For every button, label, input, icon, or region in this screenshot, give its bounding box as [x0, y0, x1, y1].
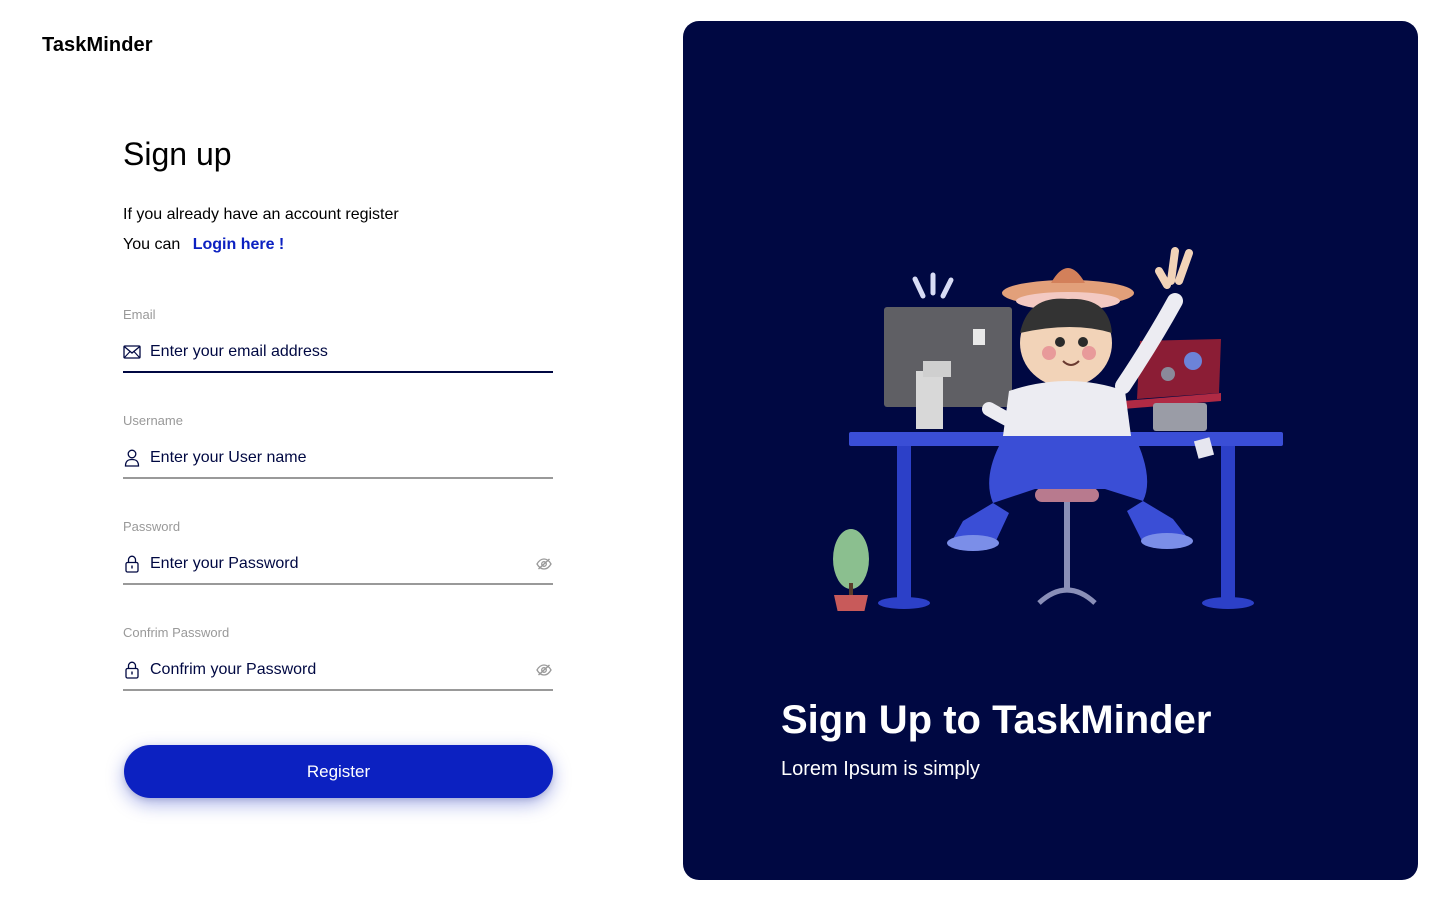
email-label: Email [123, 307, 156, 322]
signup-page: TaskMinder Sign up If you already have a… [0, 0, 1440, 900]
user-icon [123, 449, 141, 467]
password-label: Password [123, 519, 181, 534]
desk-illustration [833, 247, 1283, 611]
register-button[interactable]: Register [124, 745, 553, 798]
email-input[interactable] [150, 343, 553, 361]
username-field-row [123, 439, 553, 479]
email-field-row [123, 333, 553, 373]
plant [833, 529, 869, 611]
lock-icon [123, 661, 141, 679]
eye-off-icon[interactable] [535, 555, 553, 573]
brand-logo-text: TaskMinder [42, 34, 153, 56]
username-label: Username [123, 413, 183, 428]
email-field-group: Email [123, 307, 553, 373]
eye-off-icon[interactable] [535, 661, 553, 679]
subtitle-line-2: You can Login here ! [123, 230, 555, 260]
signup-subtitle: If you already have an account register … [123, 200, 555, 260]
username-input[interactable] [150, 449, 553, 467]
password-input[interactable] [150, 555, 529, 573]
confirm-password-label: Confrim Password [123, 625, 230, 640]
hero-panel: Sign Up to TaskMinder Lorem Ipsum is sim… [683, 21, 1418, 880]
confirm-password-field-group: Confrim Password [123, 625, 553, 691]
password-field-row [123, 545, 553, 585]
confirm-password-input[interactable] [150, 661, 529, 679]
confirm-password-field-row [123, 651, 553, 691]
envelope-icon [123, 343, 141, 361]
username-field-group: Username [123, 413, 553, 479]
login-link[interactable]: Login here ! [193, 236, 285, 253]
password-field-group: Password [123, 519, 553, 585]
subtitle-prefix: You can [123, 236, 181, 253]
panel-subtitle: Lorem Ipsum is simply [781, 758, 980, 780]
lock-icon [123, 555, 141, 573]
page-title: Sign up [123, 136, 232, 172]
sparkle-lines [912, 272, 954, 299]
signup-form: Sign up If you already have an account r… [123, 134, 555, 798]
subtitle-line-1: If you already have an account register [123, 206, 399, 223]
panel-title: Sign Up to TaskMinder [781, 698, 1212, 742]
